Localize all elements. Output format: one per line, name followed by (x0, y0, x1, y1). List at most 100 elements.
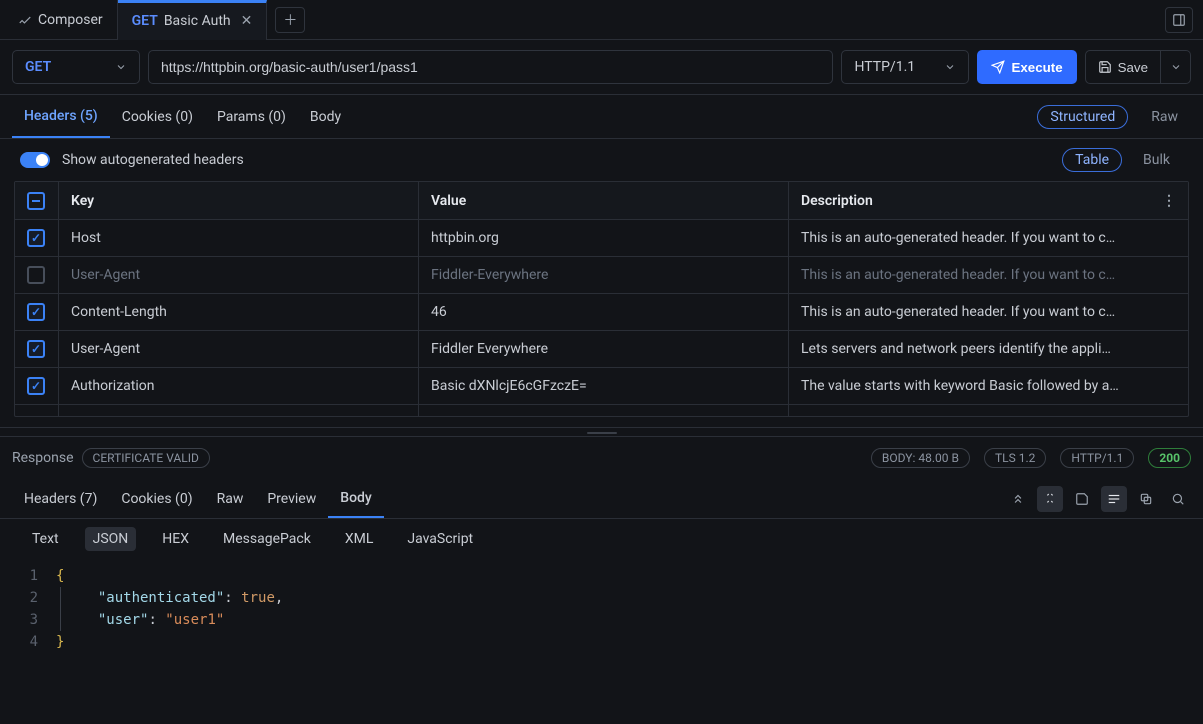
save-split-button[interactable] (1161, 50, 1191, 84)
search-icon[interactable] (1165, 486, 1191, 512)
composer-icon (18, 13, 32, 27)
execute-button[interactable]: Execute (977, 50, 1076, 84)
method-select[interactable]: GET (12, 50, 140, 84)
select-all-checkbox[interactable] (27, 192, 45, 210)
col-key: Key (71, 193, 94, 209)
save-body-icon[interactable] (1069, 486, 1095, 512)
splitter[interactable] (0, 427, 1203, 437)
save-label: Save (1118, 60, 1148, 75)
tab-cookies[interactable]: Cookies (0) (110, 95, 205, 138)
table-row-empty[interactable] (15, 404, 1188, 416)
copy-icon[interactable] (1133, 486, 1159, 512)
switch-row: Show autogenerated headers Table Bulk (0, 139, 1203, 181)
format-json[interactable]: JSON (85, 527, 137, 551)
bulk-view-toggle[interactable]: Bulk (1130, 148, 1183, 172)
format-tabs: Text JSON HEX MessagePack XML JavaScript (0, 519, 1203, 559)
cell-key: User-Agent (71, 341, 140, 357)
row-checkbox[interactable] (27, 229, 45, 247)
http-version-select[interactable]: HTTP/1.1 (841, 50, 969, 84)
more-icon[interactable]: ⋮ (1162, 193, 1176, 209)
cell-desc: Lets servers and network peers identify … (801, 341, 1111, 357)
execute-label: Execute (1011, 60, 1062, 75)
cell-desc: This is an auto-generated header. If you… (801, 267, 1115, 283)
cell-key: Authorization (71, 378, 154, 394)
composer-tab[interactable]: Composer (4, 0, 118, 40)
http-version-value: HTTP/1.1 (854, 59, 915, 75)
cell-value: 46 (431, 304, 447, 320)
request-tabs: Headers (5) Cookies (0) Params (0) Body … (0, 95, 1203, 139)
cell-value: Fiddler-Everywhere (431, 267, 548, 283)
http-badge: HTTP/1.1 (1060, 448, 1134, 468)
json-value: "user1" (165, 612, 224, 628)
wrap-icon[interactable] (1101, 486, 1127, 512)
json-value: true (241, 590, 275, 606)
autogen-label: Show autogenerated headers (62, 152, 244, 168)
raw-toggle[interactable]: Raw (1138, 105, 1191, 129)
tls-badge: TLS 1.2 (984, 448, 1046, 468)
composer-tab-label: Composer (38, 12, 103, 28)
new-tab-button[interactable]: ＋ (275, 7, 305, 33)
collapse-icon[interactable] (1005, 486, 1031, 512)
resp-tab-cookies[interactable]: Cookies (0) (109, 479, 204, 518)
headers-table: Key Value Description ⋮ Host httpbin.org… (14, 181, 1189, 417)
format-msgpack[interactable]: MessagePack (215, 527, 319, 551)
status-badge: 200 (1148, 448, 1191, 468)
format-js[interactable]: JavaScript (399, 527, 481, 551)
table-row[interactable]: User-Agent Fiddler-Everywhere This is an… (15, 256, 1188, 293)
resp-tab-raw[interactable]: Raw (205, 479, 256, 518)
cell-key: User-Agent (71, 267, 140, 283)
tab-method: GET (132, 13, 158, 29)
autogen-switch[interactable] (20, 152, 50, 168)
response-tabs: Headers (7) Cookies (0) Raw Preview Body (0, 479, 1203, 519)
row-checkbox[interactable] (27, 266, 45, 284)
table-row[interactable]: Host httpbin.org This is an auto-generat… (15, 219, 1188, 256)
cell-key: Content-Length (71, 304, 167, 320)
chevron-down-icon (115, 61, 127, 73)
format-text[interactable]: Text (24, 527, 67, 551)
cell-key: Host (71, 230, 101, 246)
save-icon (1098, 60, 1112, 74)
format-icon[interactable] (1037, 486, 1063, 512)
row-checkbox[interactable] (27, 303, 45, 321)
cell-desc: This is an auto-generated header. If you… (801, 304, 1115, 320)
cell-desc: This is an auto-generated header. If you… (801, 230, 1115, 246)
save-button[interactable]: Save (1085, 50, 1161, 84)
resp-tab-headers[interactable]: Headers (7) (12, 479, 109, 518)
cell-desc: The value starts with keyword Basic foll… (801, 378, 1119, 394)
structured-toggle[interactable]: Structured (1037, 105, 1128, 129)
method-value: GET (25, 59, 51, 75)
json-key: "authenticated" (98, 590, 224, 606)
table-row[interactable]: User-Agent Fiddler Everywhere Lets serve… (15, 330, 1188, 367)
cell-value: httpbin.org (431, 230, 499, 246)
tab-body[interactable]: Body (298, 95, 353, 138)
panel-layout-icon[interactable] (1165, 7, 1193, 33)
table-row[interactable]: Authorization Basic dXNlcjE6cGFzczE= The… (15, 367, 1188, 404)
col-desc: Description (801, 193, 873, 209)
table-view-toggle[interactable]: Table (1062, 148, 1122, 172)
close-icon[interactable]: ✕ (241, 13, 253, 29)
url-input[interactable] (148, 50, 833, 84)
response-header: Response CERTIFICATE VALID BODY: 48.00 B… (0, 437, 1203, 479)
col-value: Value (431, 193, 466, 209)
resp-tab-preview[interactable]: Preview (255, 479, 328, 518)
tab-strip: Composer GET Basic Auth ✕ ＋ (0, 0, 1203, 40)
row-checkbox[interactable] (27, 340, 45, 358)
request-tab[interactable]: GET Basic Auth ✕ (118, 0, 268, 40)
chevron-down-icon (944, 61, 956, 73)
format-hex[interactable]: HEX (154, 527, 197, 551)
table-row[interactable]: Content-Length 46 This is an auto-genera… (15, 293, 1188, 330)
json-key: "user" (98, 612, 149, 628)
format-xml[interactable]: XML (337, 527, 382, 551)
table-header-row: Key Value Description ⋮ (15, 182, 1188, 219)
tab-params[interactable]: Params (0) (205, 95, 298, 138)
tab-title: Basic Auth (164, 13, 231, 29)
resp-tab-body[interactable]: Body (328, 479, 384, 518)
cell-value: Basic dXNlcjE6cGFzczE= (431, 378, 587, 394)
tab-headers[interactable]: Headers (5) (12, 95, 110, 138)
cell-value: Fiddler Everywhere (431, 341, 548, 357)
cert-badge: CERTIFICATE VALID (82, 448, 210, 468)
body-size-badge: BODY: 48.00 B (871, 448, 970, 468)
json-viewer[interactable]: 1{ 2​ "authenticated": true, 3​ "user": … (0, 559, 1203, 659)
response-title: Response (12, 450, 74, 466)
row-checkbox[interactable] (27, 377, 45, 395)
